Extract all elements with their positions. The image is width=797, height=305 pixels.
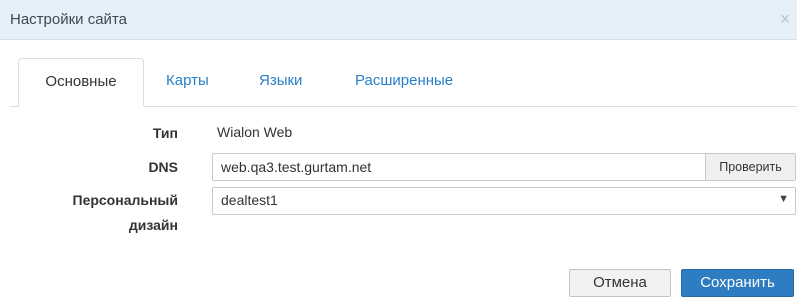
dns-label: DNS xyxy=(148,159,178,175)
dns-field: Проверить xyxy=(212,153,796,181)
tab-maps[interactable]: Карты xyxy=(166,58,209,107)
dns-input[interactable] xyxy=(213,154,705,180)
type-value: Wialon Web xyxy=(217,124,293,140)
close-icon[interactable]: × xyxy=(775,9,795,29)
design-label-line2: дизайн xyxy=(128,217,178,233)
design-label-line1: Персональный xyxy=(72,192,179,208)
design-select-value: dealtest1 xyxy=(221,192,278,208)
chevron-down-icon: ▼ xyxy=(778,193,789,205)
tab-bar: Основные Карты Языки Расширенные xyxy=(10,40,797,107)
tab-languages[interactable]: Языки xyxy=(259,58,302,107)
site-settings-dialog: Настройки сайта × Основные Карты Языки Р… xyxy=(0,0,797,305)
tab-advanced[interactable]: Расширенные xyxy=(355,58,453,107)
type-label: Тип xyxy=(152,125,178,141)
dialog-title: Настройки сайта xyxy=(10,11,127,28)
design-select[interactable]: dealtest1 ▼ xyxy=(212,187,796,215)
check-button[interactable]: Проверить xyxy=(705,154,795,180)
tab-general[interactable]: Основные xyxy=(18,58,144,107)
save-button[interactable]: Сохранить xyxy=(681,269,794,297)
cancel-button[interactable]: Отмена xyxy=(569,269,671,297)
dialog-titlebar: Настройки сайта × xyxy=(0,0,797,40)
